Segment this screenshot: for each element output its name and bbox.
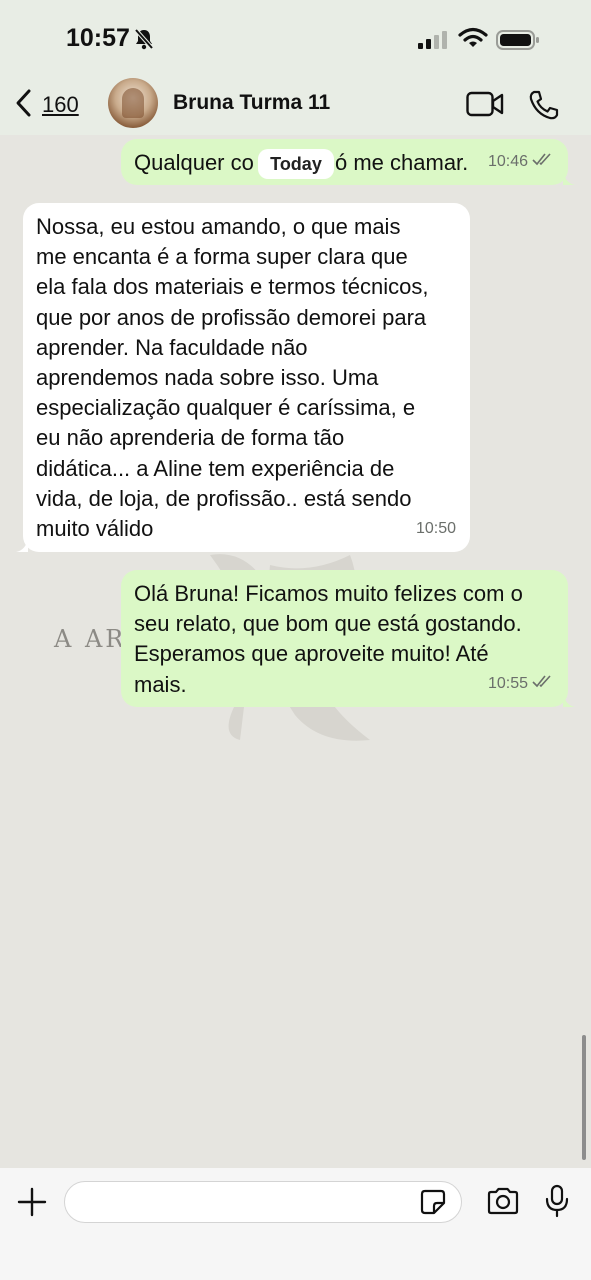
chat-header: 160 Bruna Turma 11: [0, 78, 591, 135]
message-input[interactable]: [64, 1181, 462, 1223]
bell-slash-icon: [134, 28, 154, 55]
message-bubble-incoming[interactable]: Nossa, eu estou amando, o que mais me en…: [16, 203, 470, 552]
message-meta: 10:50: [416, 514, 456, 544]
message-time: 10:46: [487, 152, 528, 170]
unread-count: 160: [42, 92, 79, 117]
phone-icon[interactable]: [528, 89, 560, 126]
chat-area[interactable]: A ART Qualquer co ó me chamar. 10:46 Tod…: [0, 135, 591, 1168]
wifi-icon: [458, 27, 488, 54]
message-bubble-outgoing[interactable]: Olá Bruna! Ficamos muito felizes com o s…: [121, 570, 575, 707]
contact-name[interactable]: Bruna Turma 11: [173, 91, 330, 115]
status-time: 10:57: [66, 24, 130, 52]
message-meta: 10:55: [488, 669, 554, 699]
date-separator: Today: [258, 149, 334, 179]
video-call-icon[interactable]: [466, 91, 504, 122]
double-check-icon: [532, 147, 554, 177]
back-button[interactable]: 160: [14, 89, 79, 121]
message-time: 10:55: [487, 674, 528, 692]
chevron-left-icon: [14, 88, 32, 123]
message-text: Nossa, eu estou amando, o que mais me en…: [36, 214, 429, 542]
plus-icon[interactable]: [16, 1186, 48, 1223]
message-bubble-outgoing[interactable]: Qualquer co ó me chamar. 10:46: [121, 139, 575, 185]
input-bar: [0, 1168, 591, 1280]
camera-icon[interactable]: [486, 1187, 520, 1220]
message-text: Qualquer co: [134, 150, 254, 175]
message-text: ó me chamar.: [335, 150, 469, 175]
message-meta: 10:46: [488, 147, 554, 177]
double-check-icon: [532, 669, 554, 699]
status-bar: 10:57: [0, 0, 591, 80]
signal-icon: [418, 31, 450, 54]
microphone-icon[interactable]: [544, 1184, 570, 1223]
avatar[interactable]: [108, 78, 158, 128]
message-time: 10:50: [415, 519, 456, 537]
scrollbar[interactable]: [582, 1035, 586, 1160]
sticker-icon[interactable]: [420, 1189, 446, 1220]
battery-icon: [496, 29, 540, 56]
